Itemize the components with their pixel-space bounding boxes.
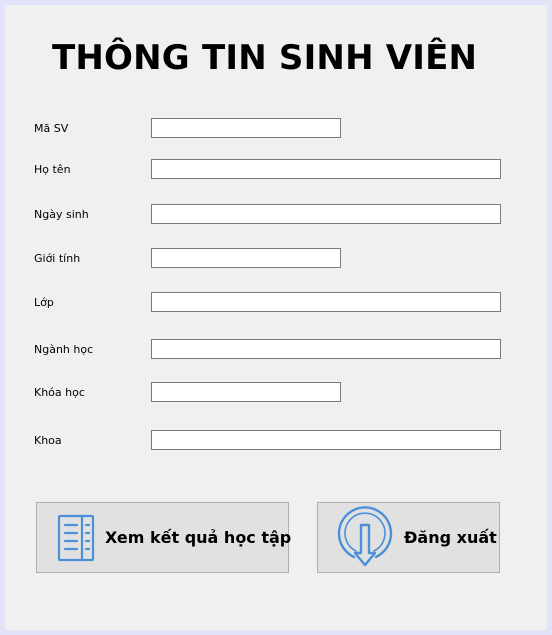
document-list-icon — [57, 514, 95, 562]
major-input[interactable] — [151, 339, 501, 359]
birth-date-input[interactable] — [151, 204, 501, 224]
class-input[interactable] — [151, 292, 501, 312]
student-id-label: Mã SV — [34, 122, 69, 135]
full-name-label: Họ tên — [34, 163, 71, 176]
page-title: THÔNG TIN SINH VIÊN — [52, 38, 478, 78]
full-name-input[interactable] — [151, 159, 501, 179]
view-results-button[interactable]: Xem kết quả học tập — [36, 502, 292, 573]
student-info-window: THÔNG TIN SINH VIÊN Mã SV Họ tên Ngày si… — [0, 0, 552, 635]
major-label: Ngành học — [34, 343, 94, 356]
course-year-input[interactable] — [151, 382, 341, 402]
gender-input[interactable] — [151, 248, 341, 268]
birth-date-label: Ngày sinh — [34, 208, 89, 221]
logout-circle-arrow-icon — [334, 505, 396, 571]
class-label: Lớp — [34, 296, 54, 309]
gender-label: Giới tính — [34, 252, 81, 265]
logout-label: Đăng xuất — [404, 528, 497, 547]
faculty-label: Khoa — [34, 434, 62, 447]
course-year-label: Khóa học — [34, 386, 85, 399]
view-results-label: Xem kết quả học tập — [105, 528, 292, 547]
student-id-input[interactable] — [151, 118, 341, 138]
logout-button[interactable]: Đăng xuất — [317, 502, 500, 573]
faculty-input[interactable] — [151, 430, 501, 450]
